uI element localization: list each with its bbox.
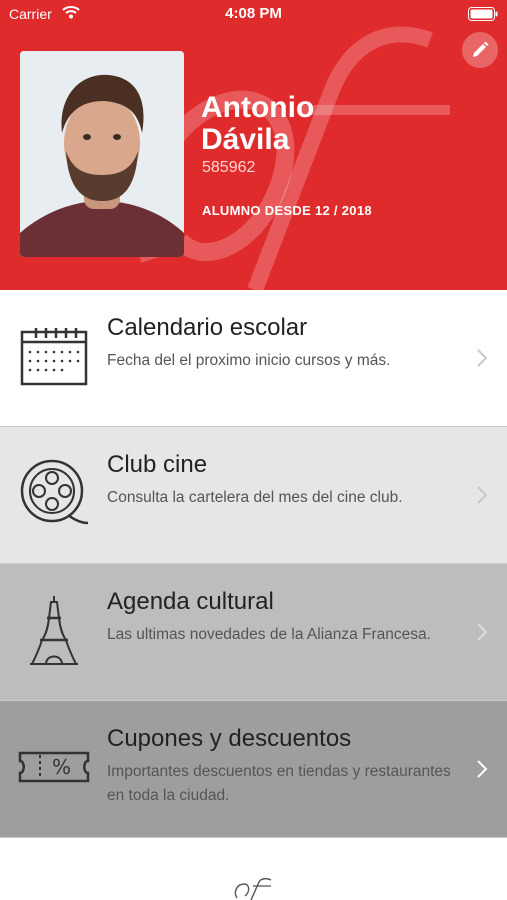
status-bar: Carrier 4:08 PM xyxy=(0,0,507,28)
profile-header: Antonio Dávila 585962 ALUMNO DESDE 12 / … xyxy=(0,0,507,290)
chevron-right-icon xyxy=(477,486,488,504)
menu-item-title: Agenda cultural xyxy=(107,588,274,615)
menu-item-agenda-cultural[interactable]: Agenda cultural Las ultimas novedades de… xyxy=(0,564,507,700)
chevron-right-icon xyxy=(477,623,488,641)
svg-text:%: % xyxy=(52,755,71,779)
menu-item-description: Consulta la cartelera del mes del cine c… xyxy=(107,489,403,506)
footer xyxy=(0,838,507,900)
first-name: Antonio xyxy=(201,91,315,124)
member-since: ALUMNO DESDE 12 / 2018 xyxy=(202,203,372,218)
menu-item-calendario[interactable]: Calendario escolar Fecha del el proximo … xyxy=(0,290,507,426)
student-id: 585962 xyxy=(202,159,256,176)
edit-profile-button[interactable] xyxy=(462,32,498,68)
profile-photo xyxy=(20,51,184,257)
film-reel-icon xyxy=(20,459,89,525)
menu-item-title: Calendario escolar xyxy=(107,314,308,341)
chevron-right-icon xyxy=(477,349,488,367)
battery-icon xyxy=(468,7,498,21)
menu-item-description: Importantes descuentos en tiendas y rest… xyxy=(107,763,451,804)
menu-item-description: Fecha del el proximo inicio cursos y más… xyxy=(107,352,391,369)
last-name: Dávila xyxy=(201,123,290,156)
profile-name: Antonio Dávila xyxy=(201,92,314,156)
menu-item-title: Cupones y descuentos xyxy=(107,725,352,752)
menu-item-title: Club cine xyxy=(107,451,208,478)
chevron-right-icon xyxy=(477,760,488,778)
clock: 4:08 PM xyxy=(225,5,282,22)
pencil-icon xyxy=(473,41,489,57)
coupon-icon: % xyxy=(18,751,90,783)
calendar-icon xyxy=(20,328,88,386)
menu-item-club-cine[interactable]: Club cine Consulta la cartelera del mes … xyxy=(0,427,507,563)
brand-logo-icon xyxy=(234,878,272,900)
menu-item-cupones[interactable]: % Cupones y descuentos Importantes descu… xyxy=(0,701,507,837)
menu-item-description: Las ultimas novedades de la Alianza Fran… xyxy=(107,626,431,643)
eiffel-tower-icon xyxy=(30,596,78,665)
